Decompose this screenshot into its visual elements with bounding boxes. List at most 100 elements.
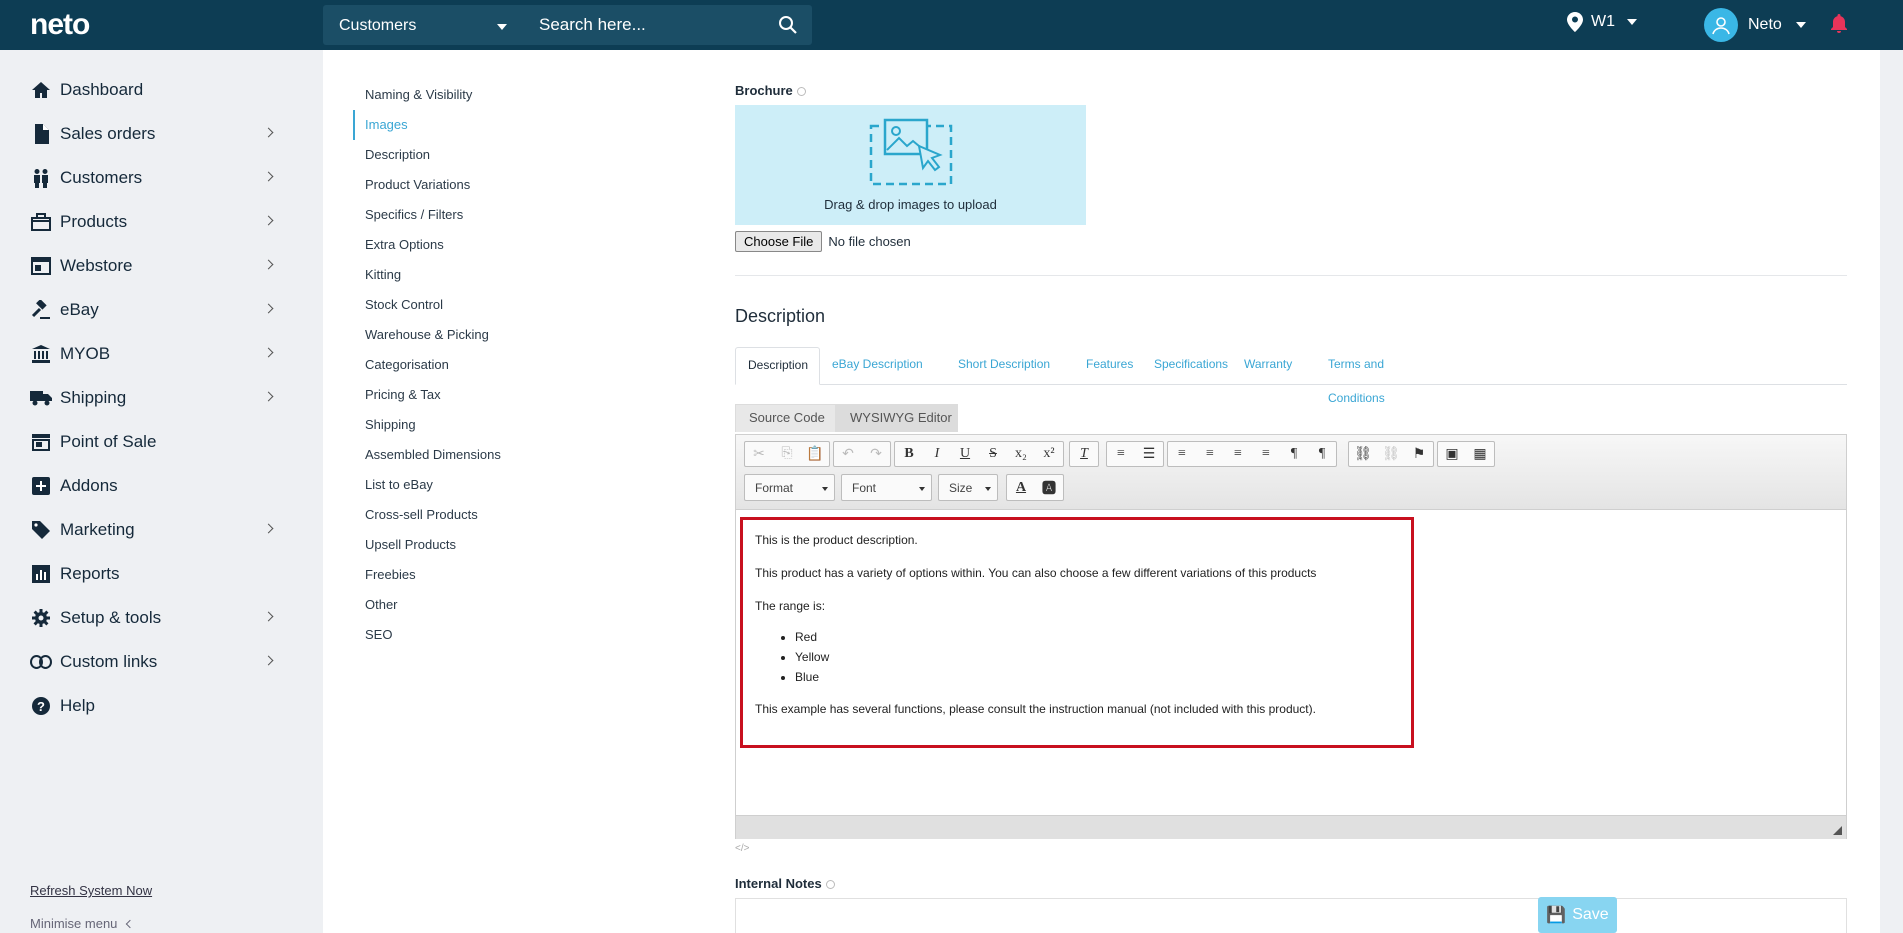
align-center-icon[interactable]: ≡: [1196, 442, 1224, 466]
bell-icon[interactable]: [1830, 14, 1848, 34]
section-link-pricing-tax[interactable]: Pricing & Tax: [353, 380, 603, 410]
search-input[interactable]: [527, 5, 777, 45]
section-link-images[interactable]: Images: [353, 110, 603, 140]
description-paragraph: This is the product description.: [755, 533, 918, 547]
section-link-freebies[interactable]: Freebies: [353, 560, 603, 590]
anchor-flag-icon[interactable]: ⚑: [1405, 442, 1433, 466]
bulleted-list-icon[interactable]: ☰: [1135, 442, 1163, 466]
image-dropzone[interactable]: Drag & drop images to upload: [735, 105, 1086, 225]
bold-icon[interactable]: B: [895, 442, 923, 466]
numbered-list-icon[interactable]: ≡: [1107, 442, 1135, 466]
undo-icon[interactable]: ↶: [834, 442, 862, 466]
section-link-categorisation[interactable]: Categorisation: [353, 350, 603, 380]
format-select[interactable]: Format: [744, 474, 835, 501]
section-nav: Naming & Visibility Images Description Prod…: [353, 80, 603, 650]
tab-short-description[interactable]: Short Description: [946, 347, 1074, 385]
logo[interactable]: neto: [30, 8, 90, 42]
text-color-icon[interactable]: A: [1007, 476, 1035, 500]
image-icon[interactable]: ▣: [1438, 442, 1466, 466]
sidebar-item-myob[interactable]: MYOB: [30, 339, 280, 369]
minimise-menu-button[interactable]: Minimise menu: [30, 916, 135, 931]
resize-handle-icon[interactable]: [1833, 826, 1842, 835]
sidebar-item-point-of-sale[interactable]: Point of Sale: [30, 427, 280, 457]
section-link-shipping[interactable]: Shipping: [353, 410, 603, 440]
sidebar-item-reports[interactable]: Reports: [30, 559, 280, 589]
strikethrough-icon[interactable]: S: [979, 442, 1007, 466]
save-button[interactable]: 💾 Save: [1538, 897, 1617, 933]
section-link-kitting[interactable]: Kitting: [353, 260, 603, 290]
sidebar-item-dashboard[interactable]: Dashboard: [30, 75, 280, 105]
choose-file-button[interactable]: Choose File: [735, 231, 823, 252]
help-icon[interactable]: [796, 87, 806, 97]
sidebar-item-marketing[interactable]: Marketing: [30, 515, 280, 545]
copy-icon[interactable]: ⎘: [773, 442, 801, 466]
internal-notes-field[interactable]: [735, 898, 1847, 933]
ltr-icon[interactable]: ¶: [1280, 442, 1308, 466]
rtl-icon[interactable]: ¶: [1308, 442, 1336, 466]
section-link-specifics-filters[interactable]: Specifics / Filters: [353, 200, 603, 230]
user-menu[interactable]: Neto: [1704, 8, 1806, 42]
section-link-stock-control[interactable]: Stock Control: [353, 290, 603, 320]
refresh-system-link[interactable]: Refresh System Now: [30, 883, 152, 898]
sidebar-item-label: Products: [60, 212, 128, 231]
chevron-down-icon: [985, 487, 991, 491]
section-link-cross-sell-products[interactable]: Cross-sell Products: [353, 500, 603, 530]
cut-icon[interactable]: ✂: [745, 442, 773, 466]
sidebar-item-webstore[interactable]: Webstore: [30, 251, 280, 281]
section-link-warehouse-picking[interactable]: Warehouse & Picking: [353, 320, 603, 350]
font-select[interactable]: Font: [841, 474, 932, 501]
align-right-icon[interactable]: ≡: [1224, 442, 1252, 466]
section-link-naming-visibility[interactable]: Naming & Visibility: [353, 80, 603, 110]
align-left-icon[interactable]: ≡: [1168, 442, 1196, 466]
section-link-extra-options[interactable]: Extra Options: [353, 230, 603, 260]
sidebar-item-setup-tools[interactable]: Setup & tools: [30, 603, 280, 633]
underline-icon[interactable]: U: [951, 442, 979, 466]
tab-ebay-description[interactable]: eBay Description: [820, 347, 946, 385]
background-color-icon[interactable]: 🅰: [1035, 476, 1063, 500]
subscript-icon[interactable]: x₂: [1007, 442, 1035, 466]
search-scope-select[interactable]: Customers: [323, 5, 523, 45]
size-select[interactable]: Size: [938, 474, 998, 501]
section-link-description[interactable]: Description: [353, 140, 603, 170]
link-icon[interactable]: ⛓: [1349, 442, 1377, 466]
sidebar-item-ebay[interactable]: eBay: [30, 295, 280, 325]
tab-wysiwyg-editor[interactable]: WYSIWYG Editor: [836, 404, 958, 432]
section-link-other[interactable]: Other: [353, 590, 603, 620]
sidebar-item-customers[interactable]: Customers: [30, 163, 280, 193]
clear-format-icon[interactable]: T: [1070, 442, 1098, 466]
code-icon[interactable]: </>: [735, 843, 749, 854]
chevron-right-icon: [263, 347, 274, 358]
tab-features[interactable]: Features: [1074, 347, 1142, 385]
italic-icon[interactable]: I: [923, 442, 951, 466]
redo-icon[interactable]: ↷: [862, 442, 890, 466]
sidebar-item-sales-orders[interactable]: Sales orders: [30, 119, 280, 149]
tab-terms-and-conditions[interactable]: Terms and Conditions: [1316, 347, 1456, 405]
paste-icon[interactable]: 📋: [801, 442, 829, 466]
tab-specifications[interactable]: Specifications: [1142, 347, 1232, 385]
sidebar-item-label: Sales orders: [60, 124, 156, 143]
align-group: ≡ ≡ ≡ ≡ ¶ ¶: [1167, 441, 1337, 467]
editor-content-highlighted[interactable]: This is the product description. This pr…: [740, 517, 1414, 748]
superscript-icon[interactable]: x²: [1035, 442, 1063, 466]
sidebar-item-addons[interactable]: Addons: [30, 471, 280, 501]
tab-source-code[interactable]: Source Code: [735, 404, 836, 432]
tab-warranty[interactable]: Warranty: [1232, 347, 1316, 385]
section-link-upsell-products[interactable]: Upsell Products: [353, 530, 603, 560]
sidebar-item-products[interactable]: Products: [30, 207, 280, 237]
unlink-icon[interactable]: ⛓: [1377, 442, 1405, 466]
sidebar-item-help[interactable]: ? Help: [30, 691, 280, 721]
sidebar-item-custom-links[interactable]: Custom links: [30, 647, 280, 677]
sidebar-item-shipping[interactable]: Shipping: [30, 383, 280, 413]
section-link-seo[interactable]: SEO: [353, 620, 603, 650]
location-selector[interactable]: W1: [1567, 12, 1637, 32]
section-link-assembled-dimensions[interactable]: Assembled Dimensions: [353, 440, 603, 470]
page-scrollbar[interactable]: [1880, 50, 1903, 933]
section-link-product-variations[interactable]: Product Variations: [353, 170, 603, 200]
align-justify-icon[interactable]: ≡: [1252, 442, 1280, 466]
help-icon[interactable]: [825, 880, 835, 890]
search-icon[interactable]: [778, 15, 798, 35]
list-item: Blue: [795, 667, 1399, 687]
table-icon[interactable]: ▦: [1466, 442, 1494, 466]
section-link-list-to-ebay[interactable]: List to eBay: [353, 470, 603, 500]
tab-description[interactable]: Description: [735, 347, 820, 385]
